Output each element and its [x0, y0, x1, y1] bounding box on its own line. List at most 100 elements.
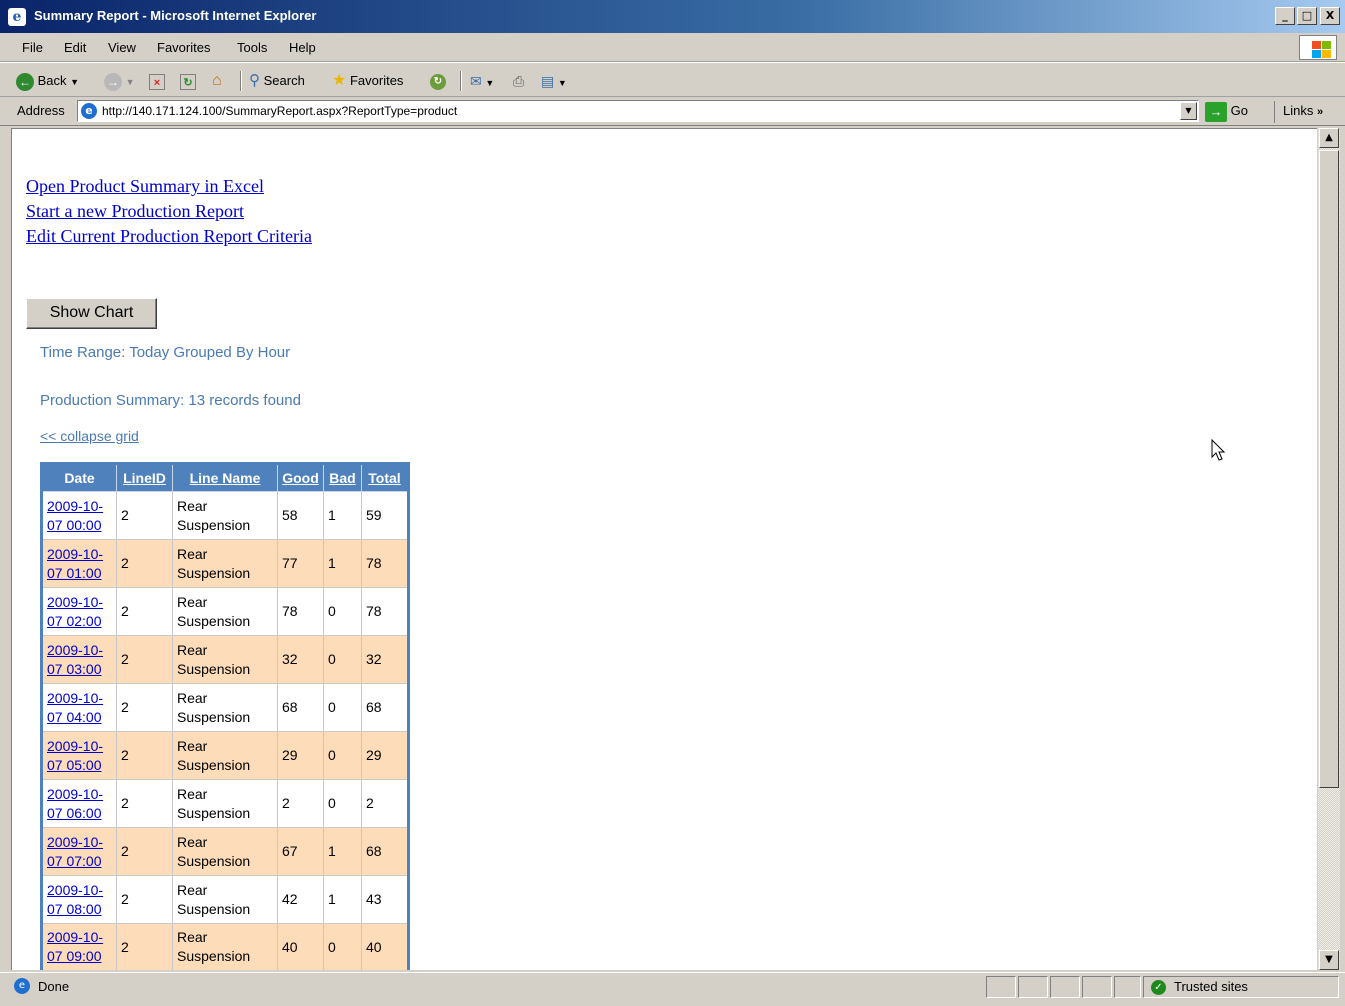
date-link[interactable]: 2009-10- 07 07:00 — [47, 834, 103, 869]
print-button[interactable]: ⎙ — [513, 70, 524, 92]
line-name-part: Rear — [177, 689, 208, 706]
date-link[interactable]: 2009-10- 07 00:00 — [47, 498, 103, 533]
menu-tools[interactable]: Tools — [237, 40, 267, 55]
mail-icon: ✉ — [470, 73, 482, 89]
collapse-grid-link[interactable]: << collapse grid — [40, 428, 139, 444]
time-part: 07 07:00 — [47, 852, 102, 869]
address-input[interactable]: e http://140.171.124.100/SummaryReport.a… — [77, 100, 1199, 122]
summary-text: Production Summary: 13 records found — [40, 392, 301, 409]
column-header-good[interactable]: Good — [277, 463, 324, 492]
line-name-part: Rear — [177, 497, 208, 514]
links-button[interactable]: Links » — [1274, 101, 1323, 123]
refresh-button[interactable]: ↻ — [180, 70, 196, 92]
time-part: 07 00:00 — [47, 516, 102, 533]
history-button[interactable]: ↻ — [430, 70, 446, 92]
favorites-label: Favorites — [349, 73, 404, 88]
line-name-cell: Rear Suspension — [172, 587, 278, 636]
date-link[interactable]: 2009-10- 07 01:00 — [47, 546, 103, 581]
maximize-button[interactable]: □ — [1297, 7, 1317, 25]
date-link[interactable]: 2009-10- 07 02:00 — [47, 594, 103, 629]
page-icon: e — [81, 103, 97, 119]
menu-favorites[interactable]: Favorites — [157, 40, 210, 55]
bad-cell: 1 — [323, 491, 362, 540]
total-cell: 78 — [361, 539, 409, 588]
total-cell: 78 — [361, 587, 409, 636]
open-excel-link[interactable]: Open Product Summary in Excel — [26, 176, 264, 197]
menu-file[interactable]: File — [22, 40, 43, 55]
good-cell: 29 — [277, 731, 324, 780]
edit-criteria-link[interactable]: Edit Current Production Report Criteria — [26, 226, 312, 247]
menu-view[interactable]: View — [108, 40, 136, 55]
status-pane — [1114, 976, 1141, 998]
vertical-scrollbar[interactable]: ▲ ▼ — [1317, 128, 1340, 970]
time-part: 07 01:00 — [47, 564, 102, 581]
date-cell: 2009-10- 07 01:00 — [41, 539, 117, 588]
scroll-up-icon[interactable]: ▲ — [1319, 128, 1339, 148]
go-label: Go — [1230, 103, 1248, 118]
favorites-button[interactable]: ★ Favorites — [332, 70, 403, 92]
search-button[interactable]: ⚲ Search — [249, 70, 305, 92]
table-row: 2009-10- 07 00:00 2 Rear Suspension 58 1 59 — [41, 491, 409, 540]
scroll-down-icon[interactable]: ▼ — [1319, 950, 1339, 970]
toolbar-separator — [460, 71, 462, 91]
column-header-bad[interactable]: Bad — [323, 463, 362, 492]
date-link[interactable]: 2009-10- 07 05:00 — [47, 738, 103, 773]
date-link[interactable]: 2009-10- 07 09:00 — [47, 929, 103, 964]
edit-button[interactable]: ▤ ▼ — [541, 70, 567, 92]
good-cell: 58 — [277, 491, 324, 540]
title-bar[interactable]: e Summary Report - Microsoft Internet Ex… — [0, 0, 1345, 33]
mail-button[interactable]: ✉ ▼ — [470, 70, 494, 92]
links-label: Links — [1283, 103, 1314, 118]
line-name-cell: Rear Suspension — [172, 923, 278, 970]
date-link[interactable]: 2009-10- 07 03:00 — [47, 642, 103, 677]
date-link[interactable]: 2009-10- 07 04:00 — [47, 690, 103, 725]
date-link[interactable]: 2009-10- 07 08:00 — [47, 882, 103, 917]
column-header-date: Date — [41, 463, 117, 492]
scroll-thumb[interactable] — [1319, 150, 1339, 788]
bad-cell: 1 — [323, 539, 362, 588]
bad-cell: 0 — [323, 635, 362, 684]
menu-edit[interactable]: Edit — [64, 40, 86, 55]
good-cell: 77 — [277, 539, 324, 588]
line-name-part: Rear — [177, 737, 208, 754]
home-icon: ⌂ — [212, 72, 222, 89]
address-label: Address — [17, 103, 65, 118]
total-cell: 68 — [361, 827, 409, 876]
date-part: 2009-10- — [47, 833, 104, 850]
column-header-total[interactable]: Total — [361, 463, 409, 492]
home-button[interactable]: ⌂ — [212, 70, 222, 92]
lineid-cell: 2 — [116, 875, 173, 924]
back-button[interactable]: ← Back ▼ — [16, 70, 79, 92]
menu-help[interactable]: Help — [289, 40, 316, 55]
table-row: 2009-10- 07 04:00 2 Rear Suspension 68 0 68 — [41, 683, 409, 732]
close-button[interactable]: X — [1320, 7, 1340, 25]
line-name-part: Rear — [177, 545, 208, 562]
window-title: Summary Report - Microsoft Internet Expl… — [34, 8, 317, 23]
page-viewport: Open Product Summary in Excel Start a ne… — [11, 128, 1317, 970]
time-part: 07 04:00 — [47, 708, 102, 725]
table-row: 2009-10- 07 07:00 2 Rear Suspension 67 1 68 — [41, 827, 409, 876]
bad-cell: 0 — [323, 587, 362, 636]
good-cell: 68 — [277, 683, 324, 732]
total-cell: 68 — [361, 683, 409, 732]
column-header-lineid[interactable]: LineID — [116, 463, 173, 492]
line-name-cell: Rear Suspension — [172, 875, 278, 924]
column-header-line-name[interactable]: Line Name — [172, 463, 278, 492]
date-part: 2009-10- — [47, 641, 104, 658]
date-link[interactable]: 2009-10- 07 06:00 — [47, 786, 103, 821]
go-button[interactable]: → Go — [1205, 101, 1248, 122]
line-name-part: Suspension — [177, 708, 251, 725]
go-arrow-icon: → — [1205, 101, 1227, 122]
stop-button[interactable]: × — [149, 70, 165, 92]
security-zone[interactable]: ✓ Trusted sites — [1143, 976, 1339, 998]
lineid-cell: 2 — [116, 827, 173, 876]
forward-button[interactable]: → ▼ — [104, 70, 135, 92]
address-dropdown-icon[interactable]: ▼ — [1180, 102, 1197, 120]
new-report-link[interactable]: Start a new Production Report — [26, 201, 244, 222]
bad-cell: 1 — [323, 827, 362, 876]
total-cell: 43 — [361, 875, 409, 924]
minimize-button[interactable]: _ — [1275, 7, 1295, 25]
good-cell: 2 — [277, 779, 324, 828]
good-cell: 67 — [277, 827, 324, 876]
show-chart-button[interactable]: Show Chart — [26, 298, 157, 329]
